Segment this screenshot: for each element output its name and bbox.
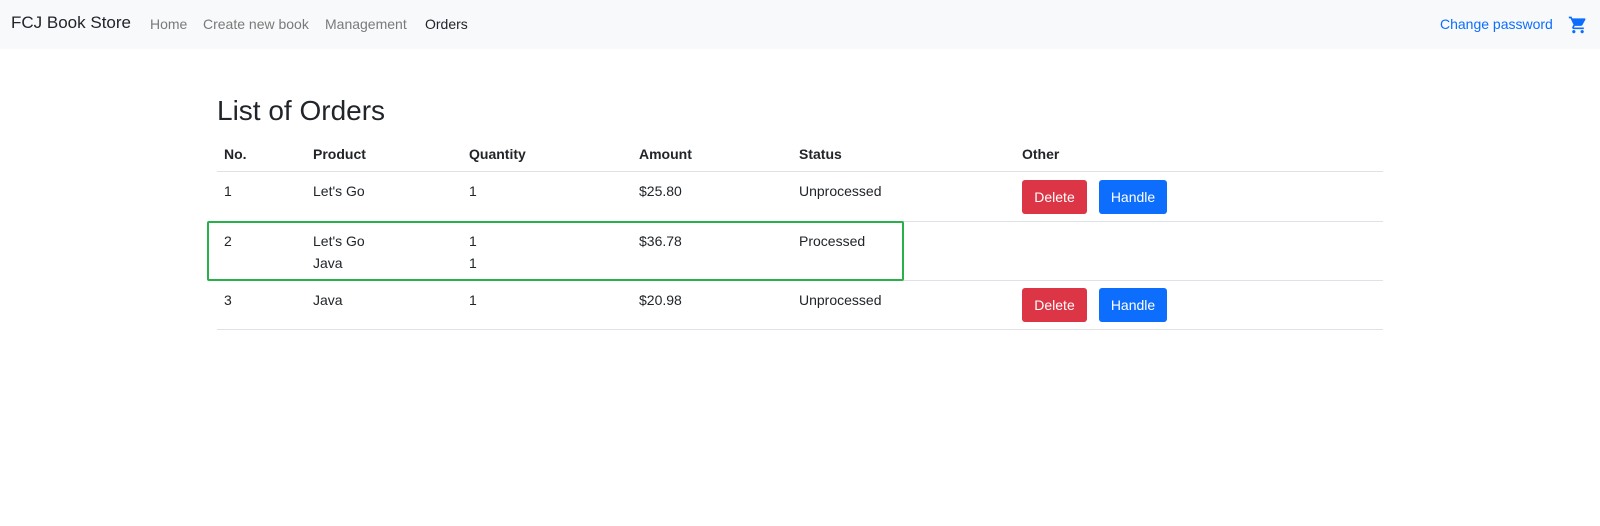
row-product: Let's Go [313, 183, 365, 199]
row-divider [217, 221, 1383, 222]
row-product: Java [313, 255, 343, 271]
header-no: No. [224, 146, 247, 162]
change-password-link[interactable]: Change password [1440, 16, 1553, 32]
highlight-box [207, 221, 904, 281]
row-amount: $20.98 [639, 292, 682, 308]
row-product: Let's Go [313, 233, 365, 249]
delete-button[interactable]: Delete [1022, 180, 1087, 214]
page-title: List of Orders [217, 95, 386, 126]
row-no: 3 [224, 292, 232, 308]
brand-logo-text[interactable]: FCJ Book Store [11, 13, 131, 33]
nav-link-home[interactable]: Home [150, 16, 187, 32]
delete-button[interactable]: Delete [1022, 288, 1087, 322]
row-divider [217, 329, 1383, 330]
header-product: Product [313, 146, 366, 162]
row-quantity: 1 [469, 183, 477, 199]
navbar: FCJ Book Store Home Create new book Mana… [0, 0, 1600, 49]
row-status: Processed [799, 233, 866, 249]
row-product: Java [313, 292, 343, 308]
row-amount: $36.78 [639, 233, 682, 249]
row-no: 2 [224, 233, 232, 249]
handle-button[interactable]: Handle [1099, 288, 1167, 322]
row-amount: $25.80 [639, 183, 682, 199]
row-status: Unprocessed [799, 292, 882, 308]
nav-link-create-new-book[interactable]: Create new book [203, 16, 309, 32]
handle-button[interactable]: Handle [1099, 180, 1167, 214]
row-status: Unprocessed [799, 183, 882, 199]
header-status: Status [799, 146, 842, 162]
row-quantity: 1 [469, 233, 477, 249]
header-other: Other [1022, 146, 1060, 162]
row-no: 1 [224, 183, 232, 199]
row-quantity: 1 [469, 292, 477, 308]
row-quantity: 1 [469, 255, 477, 271]
nav-link-orders[interactable]: Orders [425, 16, 468, 32]
cart-icon[interactable] [1567, 15, 1589, 35]
row-divider [217, 280, 1383, 281]
header-quantity: Quantity [469, 146, 526, 162]
nav-link-management[interactable]: Management [325, 16, 407, 32]
header-amount: Amount [639, 146, 692, 162]
header-divider [217, 171, 1383, 172]
